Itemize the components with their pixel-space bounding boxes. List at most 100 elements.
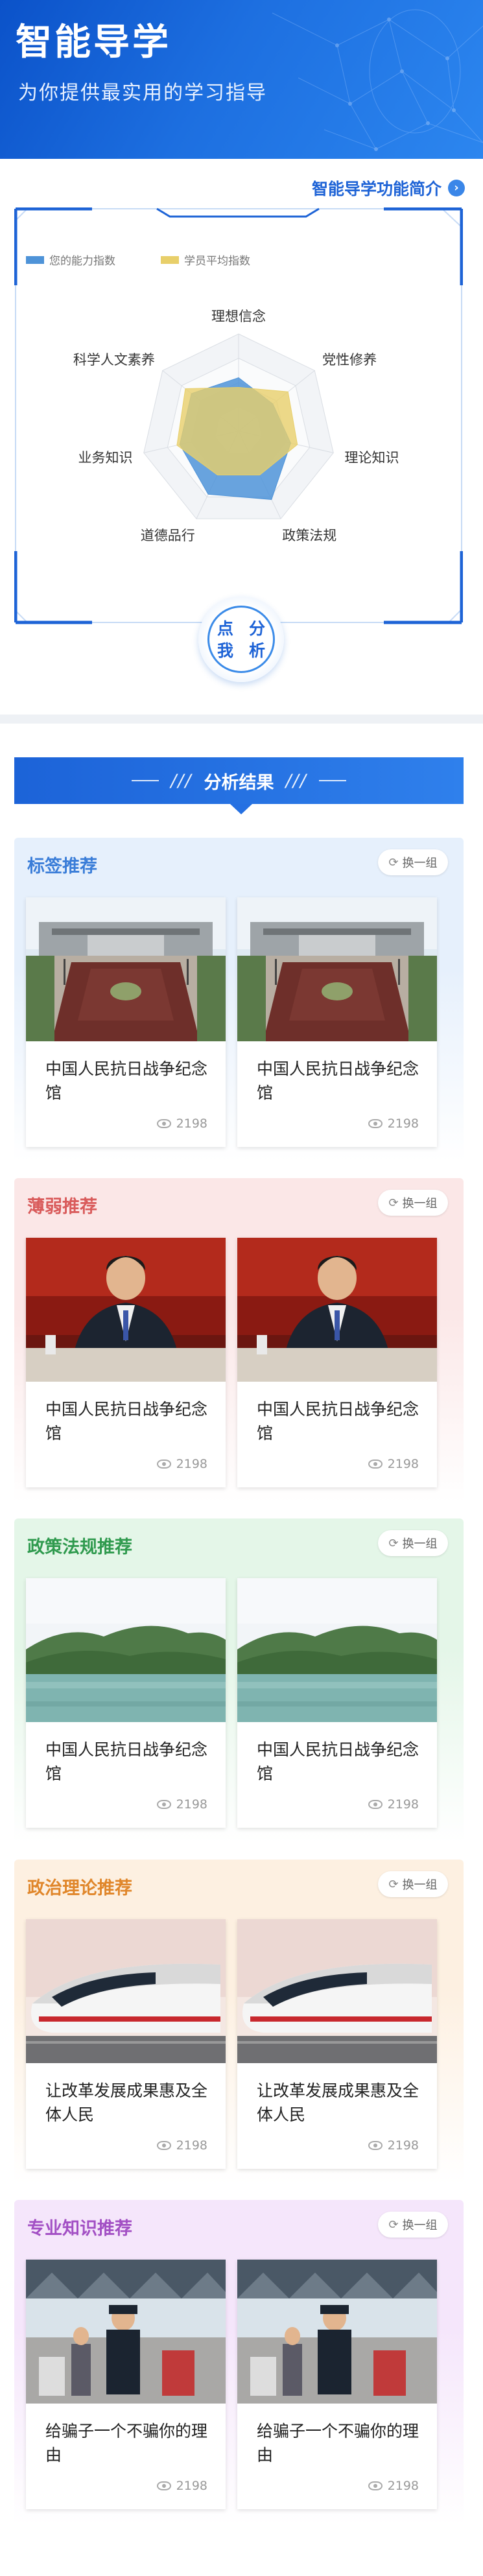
view-count-value: 2198: [176, 1797, 207, 1812]
eye-icon: [156, 1119, 171, 1128]
results-title: 分析结果: [204, 772, 274, 793]
thumbnail-image: [26, 1578, 226, 1722]
analyze-button-label[interactable]: 点我 分析: [207, 606, 275, 673]
card-title[interactable]: 给骗子一个不骗你的理由: [257, 2419, 419, 2467]
view-count: 2198: [368, 1457, 419, 1471]
refresh-icon[interactable]: ⟳: [388, 1878, 398, 1891]
content-card[interactable]: 中国人民抗日战争纪念馆 2198: [26, 897, 226, 1147]
view-count-value: 2198: [387, 1117, 419, 1131]
thumbnail-image: [237, 1919, 437, 2063]
refresh-icon[interactable]: ⟳: [388, 1196, 398, 1210]
recommendation-section: 政治理论推荐 ⟳ 换一组 让改革发展成果惠及全体人民 2198 让改革发展成果惠及全体…: [14, 1860, 464, 2184]
card-title[interactable]: 中国人民抗日战争纪念馆: [45, 1738, 207, 1786]
eye-icon: [156, 2481, 171, 2490]
analyze-button[interactable]: 点我 分析: [198, 597, 284, 682]
radar-axis-label: 科学人文素养: [73, 352, 155, 368]
card-title[interactable]: 中国人民抗日战争纪念馆: [257, 1738, 419, 1786]
swap-button[interactable]: ⟳ 换一组: [378, 1871, 448, 1897]
eye-icon: [156, 1459, 171, 1469]
card-thumbnail[interactable]: [237, 1919, 437, 2063]
thumbnail-image: [237, 2260, 437, 2404]
section-divider: [0, 715, 483, 724]
view-count-value: 2198: [387, 1457, 419, 1471]
swap-label[interactable]: 换一组: [403, 1194, 438, 1211]
content-card[interactable]: 中国人民抗日战争纪念馆 2198: [237, 1578, 437, 1828]
card-title[interactable]: 中国人民抗日战争纪念馆: [257, 1057, 419, 1105]
card-thumbnail[interactable]: [26, 1919, 226, 2063]
analyze-line2[interactable]: 分析: [241, 618, 273, 662]
eye-icon: [156, 2141, 171, 2150]
content-card[interactable]: 中国人民抗日战争纪念馆 2198: [237, 897, 437, 1147]
analyze-line1[interactable]: 点我: [209, 618, 241, 662]
view-count: 2198: [156, 1117, 207, 1131]
content-card[interactable]: 中国人民抗日战争纪念馆 2198: [237, 1238, 437, 1487]
recommendation-section: 专业知识推荐 ⟳ 换一组 给骗子一个不骗你的理由 2198 给骗子一个不骗你的理由 21…: [14, 2200, 464, 2524]
view-count: 2198: [368, 1797, 419, 1812]
card-title[interactable]: 给骗子一个不骗你的理由: [45, 2419, 207, 2467]
analysis-results-bar: /// 分析结果 ///: [14, 757, 464, 804]
section-title: 政治理论推荐: [27, 1878, 132, 1898]
content-card[interactable]: 让改革发展成果惠及全体人民 2198: [26, 1919, 226, 2169]
eye-icon: [368, 1119, 383, 1128]
card-title[interactable]: 中国人民抗日战争纪念馆: [257, 1397, 419, 1445]
recommendation-section: 薄弱推荐 ⟳ 换一组 中国人民抗日战争纪念馆 2198 中国人民抗日战争纪念馆 2198: [14, 1178, 464, 1502]
results-arrow: [230, 804, 252, 814]
section-title: 标签推荐: [27, 857, 97, 877]
content-card[interactable]: 给骗子一个不骗你的理由 2198: [237, 2260, 437, 2509]
view-count-value: 2198: [387, 1797, 419, 1812]
card-thumbnail[interactable]: [26, 897, 226, 1041]
content-card[interactable]: 中国人民抗日战争纪念馆 2198: [26, 1238, 226, 1487]
radar-axis-label: 业务知识: [78, 449, 133, 466]
eye-icon: [368, 1800, 383, 1809]
swap-label[interactable]: 换一组: [403, 1535, 438, 1552]
view-count: 2198: [156, 2479, 207, 2493]
radar-axis-label: 理想信念: [211, 309, 266, 324]
view-count-value: 2198: [387, 2138, 419, 2153]
thumbnail-image: [237, 1578, 437, 1722]
card-title[interactable]: 中国人民抗日战争纪念馆: [45, 1397, 207, 1445]
view-count: 2198: [156, 1457, 207, 1471]
view-count: 2198: [368, 2479, 419, 2493]
card-thumbnail[interactable]: [237, 1578, 437, 1722]
recommendation-section: 标签推荐 ⟳ 换一组 中国人民抗日战争纪念馆 2198 中国人民抗日战争纪念馆 …: [14, 838, 464, 1162]
card-title[interactable]: 让改革发展成果惠及全体人民: [257, 2079, 419, 2127]
swap-button[interactable]: ⟳ 换一组: [378, 1530, 448, 1556]
card-thumbnail[interactable]: [26, 2260, 226, 2404]
eye-icon: [368, 1459, 383, 1469]
swap-label[interactable]: 换一组: [403, 1876, 438, 1893]
radar-axis-label: 道德品行: [140, 528, 195, 544]
view-count-value: 2198: [176, 1117, 207, 1131]
swap-label[interactable]: 换一组: [403, 854, 438, 871]
content-card[interactable]: 让改革发展成果惠及全体人民 2198: [237, 1919, 437, 2169]
deco-slash: ///: [285, 770, 307, 791]
card-title[interactable]: 中国人民抗日战争纪念馆: [45, 1057, 207, 1105]
refresh-icon[interactable]: ⟳: [388, 2218, 398, 2232]
section-title: 薄弱推荐: [27, 1197, 97, 1217]
refresh-icon[interactable]: ⟳: [388, 856, 398, 869]
swap-button[interactable]: ⟳ 换一组: [378, 2212, 448, 2238]
eye-icon: [156, 1800, 171, 1809]
card-title[interactable]: 让改革发展成果惠及全体人民: [45, 2079, 207, 2127]
swap-button[interactable]: ⟳ 换一组: [378, 849, 448, 875]
content-card[interactable]: 给骗子一个不骗你的理由 2198: [26, 2260, 226, 2509]
eye-icon: [368, 2481, 383, 2490]
radar-axis-label: 理论知识: [344, 449, 399, 466]
view-count: 2198: [368, 1117, 419, 1131]
thumbnail-image: [237, 897, 437, 1041]
card-thumbnail[interactable]: [237, 897, 437, 1041]
refresh-icon[interactable]: ⟳: [388, 1537, 398, 1550]
view-count: 2198: [368, 2138, 419, 2153]
deco-slash: ///: [171, 770, 193, 791]
thumbnail-image: [26, 2260, 226, 2404]
radar-axis-label: 政策法规: [282, 528, 337, 544]
card-thumbnail[interactable]: [237, 1238, 437, 1382]
content-card[interactable]: 中国人民抗日战争纪念馆 2198: [26, 1578, 226, 1828]
card-thumbnail[interactable]: [26, 1578, 226, 1722]
section-title: 专业知识推荐: [27, 2219, 132, 2239]
card-thumbnail[interactable]: [237, 2260, 437, 2404]
view-count: 2198: [156, 2138, 207, 2153]
card-thumbnail[interactable]: [26, 1238, 226, 1382]
view-count-value: 2198: [176, 2479, 207, 2493]
swap-button[interactable]: ⟳ 换一组: [378, 1190, 448, 1216]
swap-label[interactable]: 换一组: [403, 2216, 438, 2233]
